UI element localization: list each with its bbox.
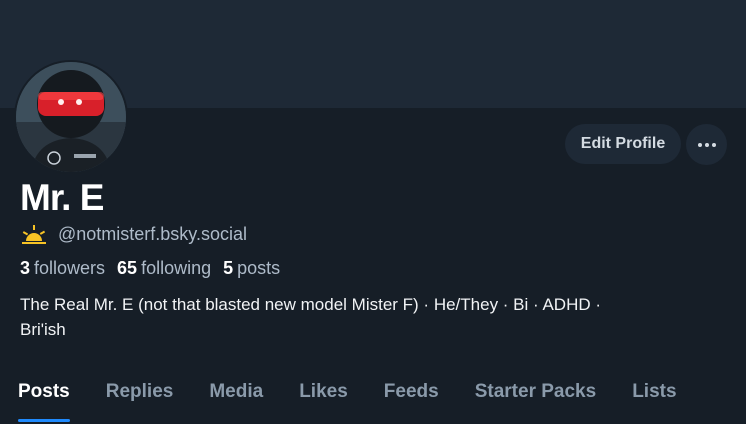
avatar[interactable] bbox=[14, 60, 128, 174]
tab-label: Likes bbox=[299, 381, 348, 402]
active-tab-indicator bbox=[18, 419, 70, 422]
following-stat[interactable]: 65 following bbox=[117, 258, 211, 279]
followers-count: 3 bbox=[20, 257, 31, 278]
posts-stat: 5 posts bbox=[223, 258, 280, 279]
profile-tabs: Posts Replies Media Likes Feeds Starter … bbox=[0, 366, 746, 424]
tab-label: Starter Packs bbox=[474, 381, 597, 402]
avatar-image bbox=[16, 62, 126, 172]
followers-label: followers bbox=[34, 257, 106, 278]
followers-stat[interactable]: 3 followers bbox=[20, 258, 105, 279]
following-label: following bbox=[141, 257, 212, 278]
tab-lists[interactable]: Lists bbox=[614, 366, 694, 418]
tab-posts[interactable]: Posts bbox=[0, 366, 88, 422]
handle-row: @notmisterf.bsky.social bbox=[20, 222, 247, 246]
profile-bio: The Real Mr. E (not that blasted new mod… bbox=[20, 292, 720, 342]
following-count: 65 bbox=[117, 257, 138, 278]
tab-starter-packs[interactable]: Starter Packs bbox=[457, 366, 614, 418]
tab-label: Lists bbox=[632, 381, 677, 402]
tab-replies[interactable]: Replies bbox=[88, 366, 192, 418]
tab-label: Media bbox=[209, 381, 264, 402]
handle-text[interactable]: @notmisterf.bsky.social bbox=[58, 224, 247, 245]
more-options-button[interactable] bbox=[686, 124, 727, 165]
tab-likes[interactable]: Likes bbox=[281, 366, 366, 418]
tab-feeds[interactable]: Feeds bbox=[366, 366, 457, 418]
profile-stats: 3 followers 65 following 5 posts bbox=[20, 256, 292, 280]
tab-label: Feeds bbox=[383, 381, 439, 402]
display-name: Mr. E bbox=[20, 177, 104, 218]
sun-icon bbox=[22, 225, 46, 244]
posts-label: posts bbox=[237, 257, 281, 278]
tab-label: Replies bbox=[105, 381, 174, 402]
posts-count: 5 bbox=[223, 257, 234, 278]
tab-media[interactable]: Media bbox=[191, 366, 281, 418]
bio-line-2: Bri'ish bbox=[20, 320, 66, 339]
tab-label: Posts bbox=[18, 381, 70, 402]
bio-line-1: The Real Mr. E (not that blasted new mod… bbox=[20, 295, 602, 314]
ellipsis-icon bbox=[697, 142, 716, 147]
edit-profile-button[interactable]: Edit Profile bbox=[565, 124, 681, 164]
